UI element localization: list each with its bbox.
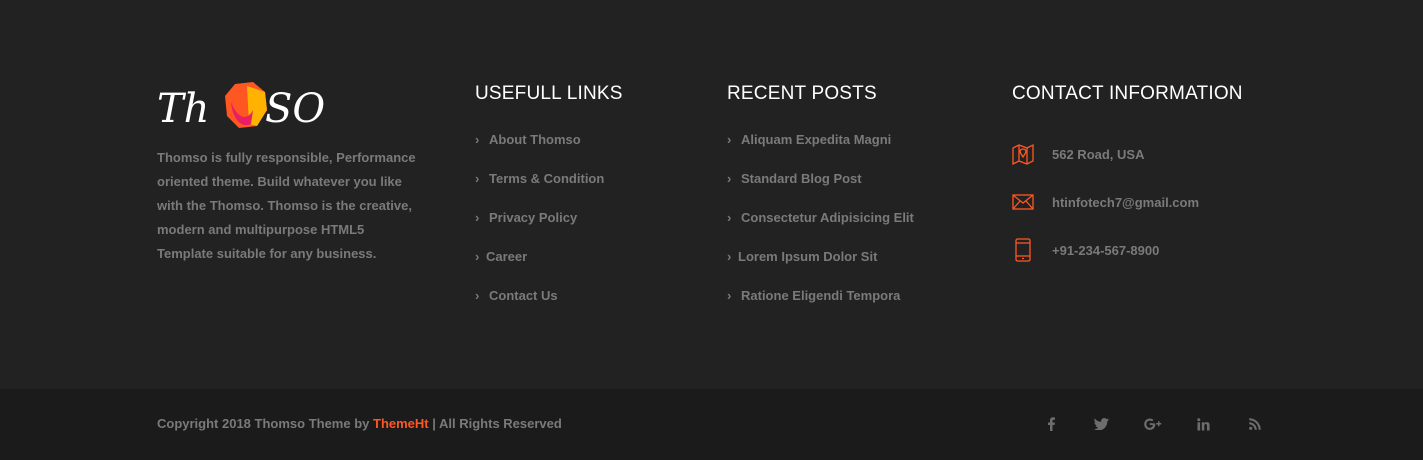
thomso-logo[interactable]: Th SO [157, 80, 332, 132]
list-item: › About Thomso [475, 131, 695, 170]
list-item: › Privacy Policy [475, 209, 695, 248]
chevron-right-icon: › [727, 132, 732, 147]
chevron-right-icon: › [475, 288, 480, 303]
google-plus-icon[interactable] [1127, 414, 1178, 434]
useful-links-column: USEFULL LINKS › About Thomso › Terms & Con… [475, 80, 695, 326]
footer-bottom-bar: Copyright 2018 Thomso Theme by ThemeHt |… [0, 389, 1423, 460]
link-terms-condition[interactable]: › Terms & Condition [475, 170, 604, 188]
facebook-icon[interactable] [1025, 414, 1076, 434]
list-item: › Consectetur Adipisicing Elit [727, 209, 987, 248]
recent-posts-heading: RECENT POSTS [727, 83, 877, 104]
envelope-icon [1012, 193, 1052, 211]
chevron-right-icon: › [475, 249, 480, 264]
link-career[interactable]: › Career [475, 248, 527, 266]
phone-icon [1012, 238, 1052, 262]
about-text: Thomso is fully responsible, Performance… [157, 150, 416, 261]
logo-text-right: SO [265, 86, 325, 132]
contact-heading: CONTACT INFORMATION [1012, 83, 1243, 104]
link-privacy-policy[interactable]: › Privacy Policy [475, 209, 577, 227]
list-item: › Terms & Condition [475, 170, 695, 209]
chevron-right-icon: › [475, 171, 480, 186]
link-contact-us[interactable]: › Contact Us [475, 287, 558, 305]
post-link[interactable]: › Lorem Ipsum Dolor Sit [727, 248, 877, 266]
contact-email-text[interactable]: htinfotech7@gmail.com [1052, 195, 1199, 210]
chevron-right-icon: › [727, 171, 732, 186]
list-item: › Aliquam Expedita Magni [727, 131, 987, 170]
rss-icon[interactable] [1229, 414, 1280, 434]
contact-address: 562 Road, USA [1012, 130, 1272, 178]
contact-column: CONTACT INFORMATION 562 Road, USA htinfo… [1012, 80, 1272, 274]
list-item: › Ratione Eligendi Tempora [727, 287, 987, 326]
contact-phone-text[interactable]: +91-234-567-8900 [1052, 243, 1159, 258]
social-links [1025, 414, 1280, 434]
about-column: Th SO Thomso is fully responsible, Perfo… [157, 80, 422, 266]
list-item: › Contact Us [475, 287, 695, 326]
twitter-icon[interactable] [1076, 414, 1127, 434]
chevron-right-icon: › [475, 210, 480, 225]
post-link[interactable]: › Ratione Eligendi Tempora [727, 287, 900, 305]
contact-email[interactable]: htinfotech7@gmail.com [1012, 178, 1272, 226]
recent-posts-column: RECENT POSTS › Aliquam Expedita Magni › St… [727, 80, 987, 326]
post-link[interactable]: › Standard Blog Post [727, 170, 862, 188]
list-item: › Lorem Ipsum Dolor Sit [727, 248, 987, 287]
themeht-link[interactable]: ThemeHt [373, 416, 429, 431]
chevron-right-icon: › [727, 249, 732, 264]
contact-address-text: 562 Road, USA [1052, 146, 1145, 162]
map-icon [1012, 143, 1052, 165]
post-link[interactable]: › Aliquam Expedita Magni [727, 131, 891, 149]
list-item: › Career [475, 248, 695, 287]
contact-list: 562 Road, USA htinfotech7@gmail.com +91-… [1012, 130, 1272, 274]
linkedin-icon[interactable] [1178, 414, 1229, 434]
chevron-right-icon: › [727, 210, 732, 225]
post-link[interactable]: › Consectetur Adipisicing Elit [727, 209, 914, 227]
chevron-right-icon: › [475, 132, 480, 147]
logo-text-left: Th [157, 86, 209, 132]
useful-links-list: › About Thomso › Terms & Condition › Privac… [475, 131, 695, 326]
chevron-right-icon: › [727, 288, 732, 303]
recent-posts-list: › Aliquam Expedita Magni › Standard Blog P… [727, 131, 987, 326]
useful-links-heading: USEFULL LINKS [475, 83, 623, 104]
contact-phone[interactable]: +91-234-567-8900 [1012, 226, 1272, 274]
footer-main: Th SO Thomso is fully responsible, Perfo… [0, 0, 1423, 389]
link-about-thomso[interactable]: › About Thomso [475, 131, 581, 149]
copyright-text: Copyright 2018 Thomso Theme by ThemeHt |… [157, 416, 562, 431]
list-item: › Standard Blog Post [727, 170, 987, 209]
